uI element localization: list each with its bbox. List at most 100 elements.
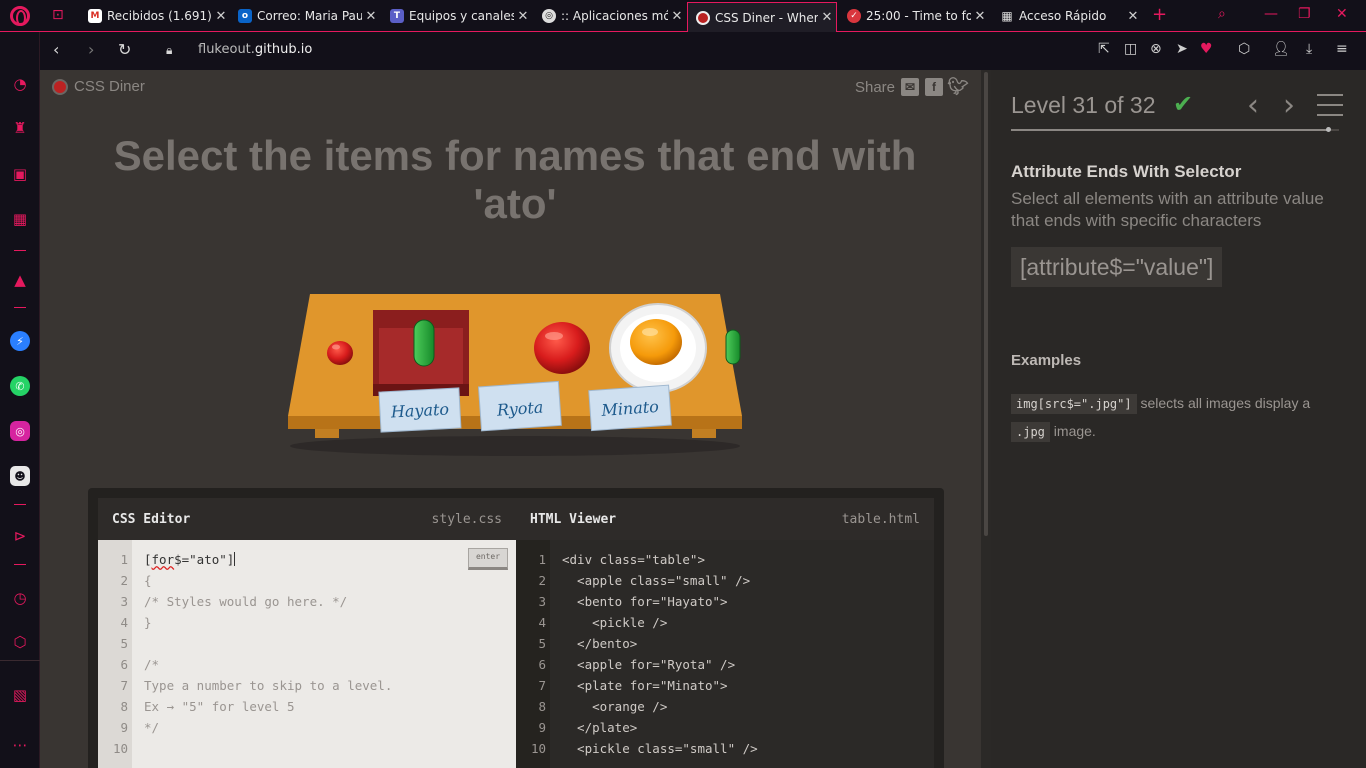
menu-icon[interactable]: ≡ — [1336, 41, 1348, 57]
download-icon[interactable]: ⤓ — [1306, 41, 1312, 57]
pomofocus-icon: ✓ — [847, 9, 861, 23]
twitch-icon[interactable]: ▣ — [10, 164, 30, 184]
html-viewer-header: HTML Viewer table.html — [516, 498, 934, 540]
enter-button[interactable]: enter — [468, 548, 508, 570]
close-tab-icon[interactable]: ✕ — [212, 9, 230, 24]
markup-line[interactable]: 9 </plate> — [516, 717, 934, 738]
twitter-icon[interactable]: 🐦︎ — [947, 77, 969, 96]
code-line: 2{ — [120, 573, 152, 588]
tab-bar: ⊡ M Recibidos (1.691) - ✕ o Correo: Mari… — [0, 0, 1366, 32]
markup-line[interactable]: 10 <pickle class="small" /> — [516, 738, 934, 759]
teams-icon: T — [390, 9, 404, 23]
facebook-icon[interactable]: f — [925, 78, 943, 96]
css-code-area[interactable]: 1 [for$="ato"] 2{ 3/* Styles would go her… — [98, 540, 516, 768]
close-tab-icon[interactable]: ✕ — [668, 9, 686, 24]
markup-line[interactable]: 3 <bento for="Hayato"> — [516, 591, 934, 612]
tab-teams[interactable]: T Equipos y canales ✕ — [382, 3, 532, 29]
close-tab-icon[interactable]: ✕ — [971, 9, 989, 24]
markup-line[interactable]: 1 <div class="table"> — [516, 549, 934, 570]
close-tab-icon[interactable]: ✕ — [818, 10, 836, 25]
heart-icon[interactable]: ♥ — [1200, 41, 1213, 57]
css-editor-header: CSS Editor style.css — [98, 498, 516, 540]
whatsapp-icon[interactable]: ✆ — [10, 376, 30, 396]
examples-heading: Examples — [1011, 352, 1082, 369]
cube-icon[interactable]: ⬡ — [1238, 41, 1250, 57]
code-line: 7 Type a number to skip to a level. — [120, 678, 393, 693]
gallery-icon[interactable]: ▧ — [10, 685, 30, 705]
small-pickle — [725, 329, 741, 365]
close-window-icon[interactable]: ✕ — [1336, 6, 1348, 22]
example-code: .jpg — [1011, 422, 1050, 442]
speed-dial-icon: ▦ — [1001, 9, 1013, 23]
selector-description: Select all elements with an attribute va… — [1011, 189, 1324, 230]
markup-line[interactable]: 2 <apple class="small" /> — [516, 570, 934, 591]
css-editor: CSS Editor style.css 1 [for$="ato"] 2{ 3/… — [98, 498, 516, 768]
css-selector-input[interactable]: [for$="ato"] — [144, 549, 236, 570]
tab-css-diner[interactable]: CSS Diner - Where ✕ — [687, 2, 837, 32]
discord-icon[interactable]: ☻ — [10, 466, 30, 486]
brand-logo[interactable]: CSS Diner — [52, 78, 145, 95]
scrollbar-thumb[interactable] — [984, 72, 988, 536]
history-icon[interactable]: ◷ — [10, 588, 30, 608]
send-icon[interactable]: ➤ — [1176, 41, 1188, 57]
tab-pomofocus[interactable]: ✓ 25:00 - Time to foc ✕ — [839, 3, 989, 29]
orange-shine — [642, 328, 658, 336]
back-icon[interactable]: ‹ — [53, 40, 59, 59]
player-icon[interactable]: ⊳ — [10, 526, 30, 546]
tab-aplicaciones[interactable]: ◎ :: Aplicaciones mó ✕ — [534, 3, 686, 29]
name-card-label: Ryota — [495, 398, 544, 420]
selector-name: Attribute Ends With Selector — [1011, 162, 1242, 181]
level-menu-icon[interactable] — [1317, 94, 1343, 116]
gx-corner-icon[interactable]: ▲ — [10, 270, 30, 290]
tab-speed-dial[interactable]: ▦ Acceso Rápido ✕ — [992, 3, 1142, 29]
markup-line[interactable]: 4 <pickle /> — [516, 612, 934, 633]
speed-limiter-icon[interactable]: ◔ — [10, 74, 30, 94]
markup-line[interactable]: 5 </bento> — [516, 633, 934, 654]
close-tab-icon[interactable]: ✕ — [1124, 9, 1142, 24]
markup-line[interactable]: 6 <apple for="Ryota" /> — [516, 654, 934, 675]
previous-level-icon[interactable]: ‹ — [1247, 88, 1259, 123]
markup-line[interactable]: 8 <orange /> — [516, 696, 934, 717]
share-page-icon[interactable]: ⇱ — [1098, 41, 1110, 57]
markup-line[interactable]: 7 <plate for="Minato"> — [516, 675, 934, 696]
profile-icon[interactable]: 👤︎ — [1272, 41, 1290, 57]
cleaner-icon[interactable]: ♜ — [10, 118, 30, 138]
tab-gmail[interactable]: M Recibidos (1.691) - ✕ — [80, 3, 230, 29]
level-progress-bar — [1011, 127, 1339, 132]
next-level-icon[interactable]: › — [1283, 88, 1295, 123]
snapshot-icon[interactable]: ◫ — [1124, 41, 1137, 57]
close-tab-icon[interactable]: ✕ — [362, 9, 380, 24]
gx-control-icon[interactable]: ▦ — [10, 209, 30, 229]
new-tab-button[interactable]: + — [1152, 4, 1167, 25]
extensions-icon[interactable]: ⬡ — [10, 632, 30, 652]
game-controller-icon[interactable]: ⊡ — [52, 7, 64, 23]
url-field[interactable]: flukeout.github.io — [198, 42, 312, 57]
address-bar: ‹ › ↻ 🔒︎ flukeout.github.io ⇱ ◫ ⊗ ➤ ♥ ⬡ … — [40, 32, 1366, 70]
pickle — [413, 319, 435, 367]
more-icon[interactable]: ⋯ — [10, 735, 30, 755]
restore-icon[interactable]: ❐ — [1298, 6, 1311, 22]
messenger-icon[interactable]: ⚡︎ — [10, 331, 30, 351]
search-tabs-icon[interactable]: ⌕ — [1218, 6, 1226, 22]
tab-outlook[interactable]: o Correo: Maria Paul ✕ — [230, 3, 380, 29]
name-card-minato: Minato — [588, 384, 672, 432]
code-line: 9 */ — [120, 720, 160, 735]
small-apple — [327, 341, 353, 365]
close-tab-icon[interactable]: ✕ — [514, 9, 532, 24]
apple-shine — [545, 332, 563, 340]
completed-check-icon: ✔ — [1173, 90, 1194, 118]
html-viewer: HTML Viewer table.html 1 <div class="tabl… — [516, 498, 934, 768]
opera-logo-icon[interactable] — [10, 6, 30, 26]
page-scrollbar[interactable] — [981, 70, 991, 768]
reload-icon[interactable]: ↻ — [118, 40, 131, 59]
code-line: 4} — [120, 615, 152, 630]
divider — [14, 250, 26, 251]
email-icon[interactable]: ✉ — [901, 78, 919, 96]
minimize-icon[interactable]: — — [1264, 6, 1278, 22]
opera-sidebar: ◔ ♜ ▣ ▦ ▲ ⚡︎ ✆ ◎ ☻ ⊳ ◷ ⬡ ▧ ⋯ — [0, 32, 40, 768]
ad-block-icon[interactable]: ⊗ — [1150, 41, 1162, 57]
forward-icon[interactable]: › — [88, 40, 94, 59]
share-bar: Share ✉ f 🐦︎ — [854, 77, 969, 96]
instagram-icon[interactable]: ◎ — [10, 421, 30, 441]
code-line: 10 — [112, 741, 128, 756]
